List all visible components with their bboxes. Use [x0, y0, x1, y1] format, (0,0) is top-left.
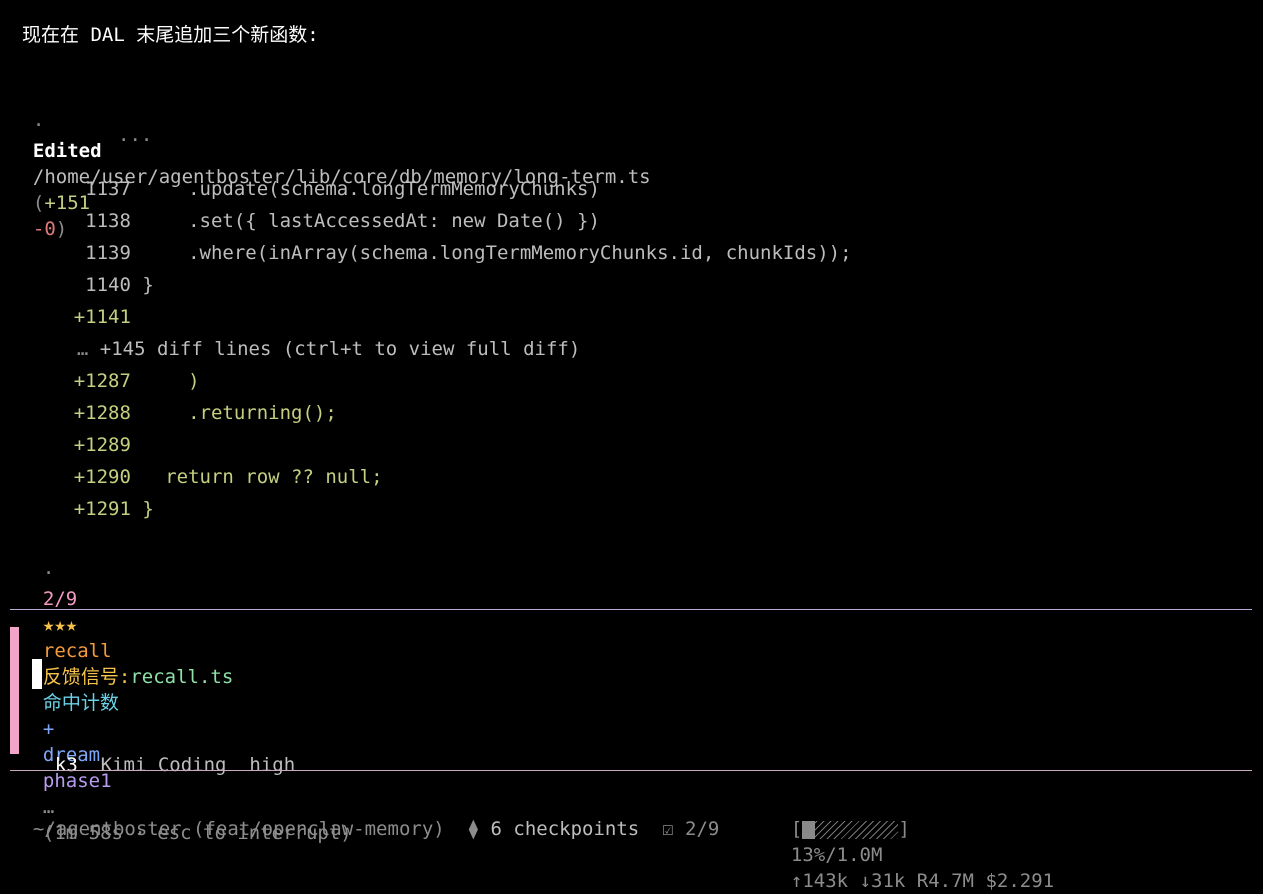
upload-icon: ↑: [790, 870, 803, 892]
diff-line-code: }: [142, 274, 154, 296]
separator-top: [10, 609, 1252, 610]
collapsed-text: diff lines (ctrl+t to view full diff): [157, 338, 581, 360]
diff-line-code: .where(inArray(schema.longTermMemoryChun…: [142, 242, 852, 264]
task-stars: ★★★: [42, 614, 78, 636]
tokens-down: 31k: [871, 870, 906, 892]
diff-line-added: +1287 ): [12, 342, 200, 392]
diff-line: 1139 .where(inArray(schema.longTermMemor…: [12, 214, 851, 264]
model-id: k3: [54, 754, 78, 776]
assistant-message: 现在在 DAL 末尾追加三个新函数:: [22, 24, 319, 46]
context-usage: 13%/1.0M: [790, 844, 883, 866]
todo-icon: ☑: [662, 818, 674, 840]
session-cost: $2.291: [985, 870, 1055, 892]
text-cursor: [32, 659, 42, 689]
diff-line-added: +1291 }: [12, 470, 154, 520]
task-status: · 2/9 ★★★ recall 反馈信号:recall.ts 命中计数 + d…: [20, 534, 352, 844]
diff-line-code: }: [142, 498, 154, 520]
tokens-up: 143k: [802, 870, 849, 892]
task-progress: 2/9: [42, 588, 78, 610]
checkpoint-icon: ⧫: [467, 818, 480, 840]
usage-stats: [] 13%/1.0M ↑143k ↓31k R4.7M $2.291: [768, 790, 1054, 892]
download-icon: ↓: [859, 870, 872, 892]
diff-line-added: +1288 .returning();: [12, 374, 337, 424]
prompt-input[interactable]: [26, 645, 1246, 705]
model-effort: high: [249, 754, 296, 776]
edit-header: · Edited /home/user/agentboster/lib/core…: [10, 86, 651, 240]
context-bracket-close: ]: [898, 818, 910, 840]
diff-line-added: +1141: [12, 278, 142, 328]
diff-line-number: +1291: [73, 498, 131, 520]
diff-line-added: +1289: [12, 406, 142, 456]
diff-line-added: +1290 return row ?? null;: [12, 438, 383, 488]
tokens-read: R4.7M: [916, 870, 974, 892]
status-todo: 2/9: [685, 818, 720, 840]
status-cwd: ~/agentboster (feat/openclaw-memory): [32, 818, 445, 840]
edit-bullet: ·: [32, 114, 45, 136]
status-checkpoints[interactable]: 6 checkpoints: [491, 818, 640, 840]
diff-collapsed-hint[interactable]: … +145 diff lines (ctrl+t to view full d…: [54, 310, 580, 360]
separator-bottom: [10, 770, 1252, 771]
model-name: Kimi Coding: [100, 754, 227, 776]
diff-line-code: .returning();: [142, 402, 337, 424]
status-bar: ~/agentboster (feat/openclaw-memory) ⧫ 6…: [10, 790, 719, 840]
context-bracket-open: [: [790, 818, 803, 840]
context-usage-fill: [802, 820, 815, 839]
model-info[interactable]: k3 Kimi Coding high: [32, 726, 295, 776]
task-bullet: ·: [42, 562, 55, 584]
diff-line-code: return row ?? null;: [142, 466, 383, 488]
diff-line: 1137 .update(schema.longTermMemoryChunks…: [12, 150, 600, 200]
diff-line: 1140 }: [12, 246, 154, 296]
input-accent-bar: [10, 627, 19, 754]
context-usage-bar: [802, 820, 899, 839]
diff-ellipsis: ...: [118, 124, 153, 146]
diff-line: 1138 .set({ lastAccessedAt: new Date() }…: [12, 182, 600, 232]
